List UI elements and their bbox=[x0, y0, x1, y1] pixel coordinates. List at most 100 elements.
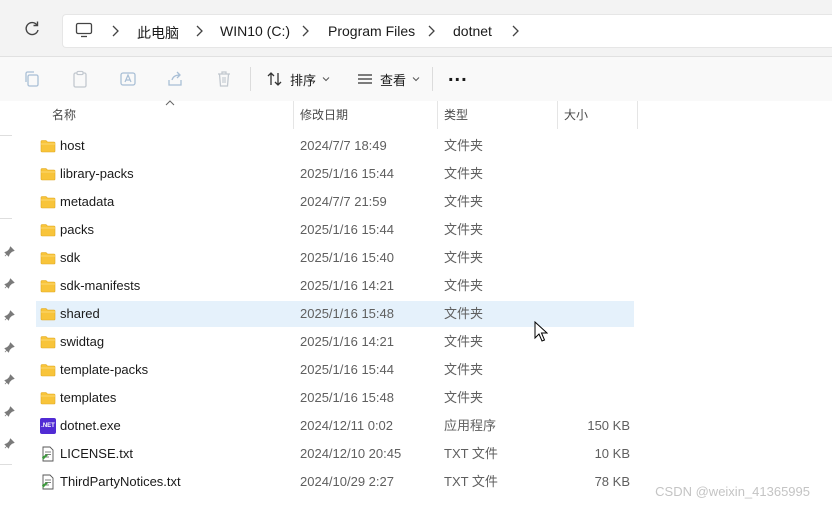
file-row[interactable]: sdk 2025/1/16 15:40 文件夹 bbox=[36, 245, 634, 271]
file-type: 应用程序 bbox=[444, 418, 497, 433]
file-row[interactable]: sdk-manifests 2025/1/16 14:21 文件夹 bbox=[36, 273, 634, 299]
file-name: host bbox=[60, 138, 85, 153]
file-type: 文件夹 bbox=[444, 166, 484, 181]
chevron-right-icon[interactable] bbox=[509, 24, 521, 38]
view-button[interactable]: 查看 bbox=[356, 67, 420, 91]
breadcrumb-item-this-pc[interactable]: 此电脑 bbox=[137, 23, 179, 43]
file-type: 文件夹 bbox=[444, 306, 484, 321]
file-row[interactable]: metadata 2024/7/7 21:59 文件夹 bbox=[36, 189, 634, 215]
file-modified: 2024/12/11 0:02 bbox=[300, 418, 394, 433]
refresh-icon[interactable] bbox=[22, 19, 42, 39]
address-bar: 此电脑 WIN10 (C:) Program Files dotnet bbox=[0, 0, 832, 57]
chevron-right-icon[interactable] bbox=[425, 24, 437, 38]
file-type: 文件夹 bbox=[444, 390, 484, 405]
file-modified: 2025/1/16 15:44 bbox=[300, 362, 394, 377]
text-file-icon bbox=[42, 474, 54, 490]
file-name: packs bbox=[60, 222, 94, 237]
pin-icon[interactable] bbox=[4, 438, 15, 449]
column-header-modified[interactable]: 修改日期 bbox=[290, 101, 438, 129]
column-header-size[interactable]: 大小 bbox=[554, 101, 638, 129]
text-file-icon bbox=[42, 446, 54, 462]
file-modified: 2025/1/16 14:21 bbox=[300, 278, 394, 293]
file-name: library-packs bbox=[60, 166, 134, 181]
file-type: 文件夹 bbox=[444, 334, 484, 349]
file-name: dotnet.exe bbox=[60, 418, 121, 433]
file-name: sdk bbox=[60, 250, 81, 265]
nav-divider bbox=[0, 464, 12, 465]
file-row[interactable]: template-packs 2025/1/16 15:44 文件夹 bbox=[36, 357, 634, 383]
share-icon[interactable] bbox=[166, 69, 186, 89]
file-type: 文件夹 bbox=[444, 138, 484, 153]
this-pc-icon[interactable] bbox=[75, 22, 93, 38]
mouse-cursor-icon bbox=[534, 321, 548, 342]
file-modified: 2025/1/16 15:44 bbox=[300, 222, 394, 237]
pin-icon[interactable] bbox=[4, 278, 15, 289]
file-row[interactable]: packs 2025/1/16 15:44 文件夹 bbox=[36, 217, 634, 243]
folder-icon bbox=[40, 280, 56, 293]
column-header: 名称 修改日期 类型 大小 bbox=[20, 100, 832, 129]
file-modified: 2024/10/29 2:27 bbox=[300, 474, 394, 489]
breadcrumb-item-drive-c[interactable]: WIN10 (C:) bbox=[220, 23, 290, 39]
view-label: 查看 bbox=[380, 72, 407, 88]
sort-label: 排序 bbox=[290, 72, 317, 88]
file-modified: 2025/1/16 15:44 bbox=[300, 166, 394, 181]
chevron-right-icon[interactable] bbox=[109, 24, 121, 38]
chevron-right-icon[interactable] bbox=[193, 24, 205, 38]
pin-icon[interactable] bbox=[4, 406, 15, 417]
toolbar-divider bbox=[250, 67, 251, 91]
file-row[interactable]: ThirdPartyNotices.txt 2024/10/29 2:27 TXT … bbox=[36, 469, 634, 495]
file-type: TXT 文件 bbox=[444, 446, 498, 461]
more-options-button[interactable]: ... bbox=[448, 63, 468, 87]
paste-icon[interactable] bbox=[70, 69, 90, 89]
folder-icon bbox=[40, 140, 56, 153]
file-modified: 2025/1/16 15:40 bbox=[300, 250, 394, 265]
command-bar: 排序 查看 ... bbox=[0, 57, 832, 101]
file-type: 文件夹 bbox=[444, 362, 484, 377]
column-header-type[interactable]: 类型 bbox=[434, 101, 558, 129]
breadcrumb-item-dotnet[interactable]: dotnet bbox=[453, 23, 492, 39]
watermark: CSDN @weixin_41365995 bbox=[655, 484, 810, 499]
file-modified: 2024/7/7 21:59 bbox=[300, 194, 387, 209]
breadcrumb[interactable]: 此电脑 WIN10 (C:) Program Files dotnet bbox=[62, 14, 832, 48]
file-row[interactable]: host 2024/7/7 18:49 文件夹 bbox=[36, 133, 634, 159]
file-type: TXT 文件 bbox=[444, 474, 498, 489]
folder-icon bbox=[40, 392, 56, 405]
folder-icon bbox=[40, 308, 56, 321]
file-size: 78 KB bbox=[594, 474, 630, 489]
file-row[interactable]: templates 2025/1/16 15:48 文件夹 bbox=[36, 385, 634, 411]
file-name: sdk-manifests bbox=[60, 278, 141, 293]
folder-icon bbox=[40, 224, 56, 237]
breadcrumb-item-program-files[interactable]: Program Files bbox=[328, 23, 415, 39]
nav-divider bbox=[0, 218, 12, 219]
copy-icon[interactable] bbox=[22, 69, 42, 89]
pin-icon[interactable] bbox=[4, 310, 15, 321]
column-header-name[interactable]: 名称 bbox=[42, 101, 294, 129]
file-row[interactable]: LICENSE.txt 2024/12/10 20:45 TXT 文件 10 KB bbox=[36, 441, 634, 467]
delete-icon[interactable] bbox=[214, 69, 234, 89]
file-modified: 2025/1/16 14:21 bbox=[300, 334, 394, 349]
pin-icon[interactable] bbox=[4, 342, 15, 353]
folder-icon bbox=[40, 336, 56, 349]
file-name: metadata bbox=[60, 194, 115, 209]
file-row[interactable]: .NET dotnet.exe 2024/12/11 0:02 应用程序 150 KB bbox=[36, 413, 634, 439]
file-type: 文件夹 bbox=[444, 278, 484, 293]
file-name: ThirdPartyNotices.txt bbox=[60, 474, 181, 489]
folder-icon bbox=[40, 168, 56, 181]
file-name: template-packs bbox=[60, 362, 149, 377]
file-modified: 2025/1/16 15:48 bbox=[300, 390, 394, 405]
file-name: LICENSE.txt bbox=[60, 446, 133, 461]
chevron-down-icon bbox=[412, 77, 420, 82]
nav-divider bbox=[0, 135, 12, 136]
folder-icon bbox=[40, 252, 56, 265]
file-row[interactable]: library-packs 2025/1/16 15:44 文件夹 bbox=[36, 161, 634, 187]
sort-icon bbox=[267, 72, 282, 86]
sort-button[interactable]: 排序 bbox=[266, 67, 330, 91]
rename-icon[interactable] bbox=[118, 69, 138, 89]
chevron-right-icon[interactable] bbox=[299, 24, 311, 38]
file-type: 文件夹 bbox=[444, 194, 484, 209]
pin-icon[interactable] bbox=[4, 374, 15, 385]
view-icon bbox=[358, 74, 372, 84]
pin-icon[interactable] bbox=[4, 246, 15, 257]
chevron-down-icon bbox=[322, 77, 330, 82]
file-modified: 2024/7/7 18:49 bbox=[300, 138, 387, 153]
